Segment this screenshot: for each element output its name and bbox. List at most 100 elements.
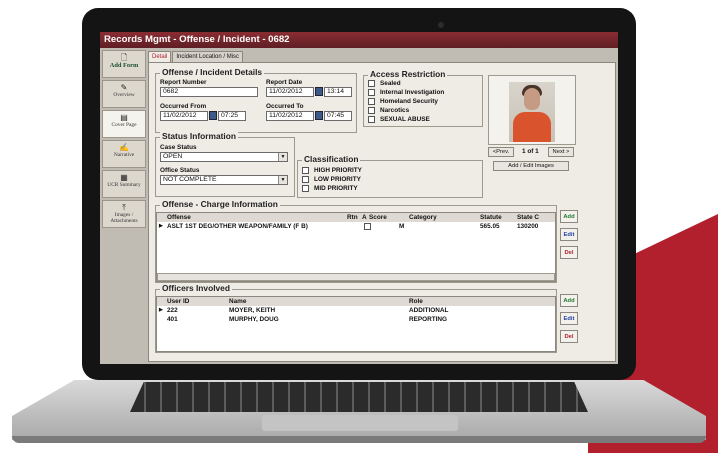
officers-title: Officers Involved [160,283,232,293]
access-option-sexual-abuse[interactable]: SEXUAL ABUSE [368,116,430,124]
add-charge-button[interactable]: Add [560,210,578,223]
access-option-homeland-security[interactable]: Homeland Security [368,98,438,106]
officer-role: ADDITIONAL [409,307,449,314]
tab-bar: Detail Incident Location / Misc [148,51,244,62]
row-pointer-icon: ▶ [159,223,163,229]
occurred-from-time-field[interactable]: 07:25 [218,111,246,121]
add-form-icon: 🗋 [120,53,128,62]
charge-state-code: 130200 [517,223,539,230]
tab-incident-location[interactable]: Incident Location / Misc [172,51,244,62]
details-title: Offense / Incident Details [160,67,265,77]
col-score: Score [369,214,387,221]
delete-charge-button[interactable]: Del [560,246,578,259]
tab-detail[interactable]: Detail [148,51,172,62]
col-state-code: State C [517,214,540,221]
access-option-narcotics[interactable]: Narcotics [368,107,409,115]
rtn-checkbox[interactable] [364,222,371,231]
screen: Records Mgmt - Offense / Incident - 0682… [100,32,618,364]
classification-group: Classification HIGH PRIORITY LOW PRIORIT… [297,154,483,198]
checkbox[interactable] [368,89,375,96]
access-option-internal-investigation[interactable]: Internal Investigation [368,89,444,97]
classification-high-priority[interactable]: HIGH PRIORITY [302,167,362,175]
laptop-front-edge [12,436,706,443]
officers-group: Officers Involved User ID Name Role ▶ 22… [155,283,578,353]
prev-image-button[interactable]: <Prev. [488,147,514,157]
occurred-to-time-field[interactable]: 07:45 [324,111,352,121]
charge-statute: 565.05 [480,223,500,230]
officer-role: REPORTING [409,316,447,323]
officers-table: User ID Name Role ▶ 222 MOYER, KEITH ADD… [156,296,556,352]
calendar-icon[interactable] [315,111,323,120]
report-number-label: Report Number [160,79,207,86]
calendar-icon[interactable] [315,87,323,96]
office-status-label: Office Status [160,167,200,174]
table-row[interactable]: ▶ ASLT 1ST DEG/OTHER WEAPON/FAMILY (F B)… [157,222,555,231]
access-restriction-title: Access Restriction [368,69,448,79]
office-status-select[interactable]: NOT COMPLETE ▼ [160,175,288,185]
report-time-field[interactable]: 13:14 [324,87,352,97]
report-date-label: Report Date [266,79,303,86]
overview-icon: ✎ [120,83,128,92]
checkbox[interactable] [368,80,375,87]
officer-user-id: 222 [167,307,178,314]
checkbox[interactable] [302,176,309,183]
checkbox[interactable] [368,107,375,114]
occurred-to-date-field[interactable]: 11/02/2012 [266,111,314,121]
delete-officer-button[interactable]: Del [560,330,578,343]
sidebar-item-narrative[interactable]: ✍ Narrative [102,140,146,168]
occurred-from-date-field[interactable]: 11/02/2012 [160,111,208,121]
col-offense: Offense [167,214,191,221]
col-role: Role [409,298,423,305]
status-title: Status Information [160,131,238,141]
table-row[interactable]: 401 MURPHY, DOUG REPORTING [157,315,555,324]
sidebar-item-add-form[interactable]: 🗋 Add Form [102,50,146,78]
horizontal-scrollbar[interactable] [157,273,555,281]
narrative-icon: ✍ [119,143,129,152]
sidebar-item-cover-page[interactable]: ▤ Cover Page [102,110,146,138]
sidebar-item-overview[interactable]: ✎ Overview [102,80,146,108]
occurred-from-label: Occurred From [160,103,207,110]
laptop-keyboard [130,382,588,412]
classification-low-priority[interactable]: LOW PRIORITY [302,176,361,184]
edit-officer-button[interactable]: Edit [560,312,578,325]
charge-title: Offense - Charge Information [160,199,280,209]
access-restriction-group: Access Restriction Sealed Internal Inves… [363,69,483,127]
checkbox[interactable] [302,185,309,192]
checkbox[interactable] [302,167,309,174]
checkbox[interactable] [368,98,375,105]
window-title: Records Mgmt - Offense / Incident - 0682 [100,32,618,48]
cover-page-icon: ▤ [120,113,128,122]
image-counter: 1 of 1 [522,148,539,155]
next-image-button[interactable]: Next > [548,147,574,157]
officers-table-header: User ID Name Role [157,297,555,306]
charge-table: Offense Rtn A Score Category Statute Sta… [156,212,556,282]
table-row[interactable]: ▶ 222 MOYER, KEITH ADDITIONAL [157,306,555,315]
chevron-down-icon[interactable]: ▼ [278,176,287,184]
occurred-to-label: Occurred To [266,103,304,110]
col-name: Name [229,298,247,305]
checkbox[interactable] [368,116,375,123]
charge-table-header: Offense Rtn A Score Category Statute Sta… [157,213,555,222]
details-group: Offense / Incident Details Report Number… [155,67,357,133]
classification-title: Classification [302,154,361,164]
add-edit-images-button[interactable]: Add / Edit Images [493,161,569,171]
case-status-select[interactable]: OPEN ▼ [160,152,288,162]
chevron-down-icon[interactable]: ▼ [278,153,287,161]
col-category: Category [409,214,437,221]
edit-charge-button[interactable]: Edit [560,228,578,241]
access-option-sealed[interactable]: Sealed [368,80,401,88]
checkmark-icon[interactable] [364,222,371,230]
row-pointer-icon: ▶ [159,307,163,313]
sidebar-item-ucr-summary[interactable]: ▦ UCR Summary [102,170,146,198]
report-number-field[interactable]: 0682 [160,87,258,97]
officer-name: MOYER, KEITH [229,307,276,314]
officer-name: MURPHY, DOUG [229,316,279,323]
add-officer-button[interactable]: Add [560,294,578,307]
classification-mid-priority[interactable]: MID PRIORITY [302,185,358,193]
sidebar-item-images[interactable]: ⤒ Images / Attachments [102,200,146,228]
mugshot-image [509,82,555,142]
calendar-icon[interactable] [209,111,217,120]
report-date-field[interactable]: 11/02/2012 [266,87,314,97]
col-statute: Statute [480,214,502,221]
officer-user-id: 401 [167,316,178,323]
